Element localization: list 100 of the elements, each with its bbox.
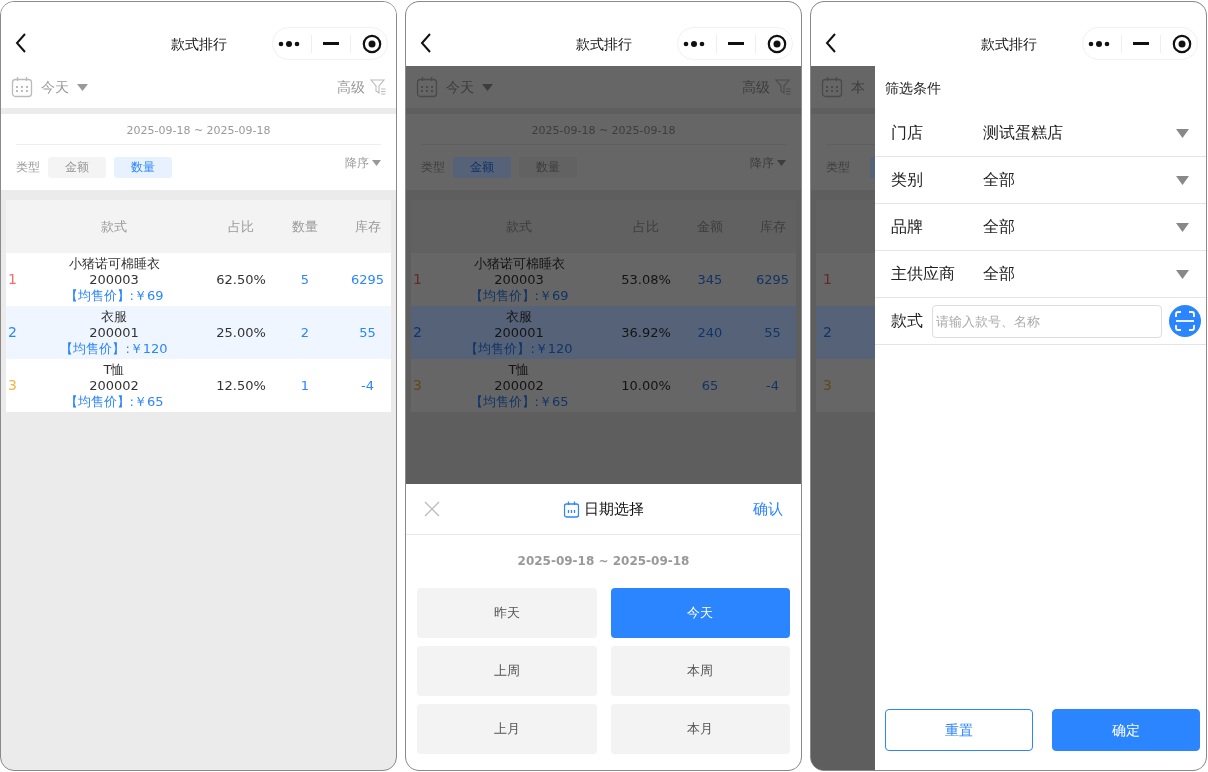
more-icon[interactable]: [683, 39, 706, 48]
share-cell-text: 62.50%: [215, 270, 267, 289]
value-cell-text: 345: [696, 270, 724, 289]
product-name: 衣服: [101, 308, 127, 325]
sort-label[interactable]: 降序: [345, 154, 369, 172]
product-name: 小猪诺可棉睡衣: [68, 255, 160, 272]
select-value[interactable]: 测试蛋糕店: [983, 121, 1063, 145]
value-cell-text: 1: [299, 376, 311, 395]
product-code: 200002: [494, 377, 544, 394]
date-option-button[interactable]: 上周: [417, 646, 597, 696]
input-field[interactable]: 请输入款号、名称: [932, 304, 1162, 338]
close-app-icon[interactable]: [361, 33, 382, 54]
rank-number: 2: [412, 323, 423, 342]
field-label: 主供应商: [891, 263, 956, 285]
value-cell-text: 5: [299, 270, 311, 289]
table-row[interactable]: 1 小猪诺可棉睡衣 200003 【均售价】:￥69 62.50% 5 6295: [6, 253, 391, 306]
product-code: 200001: [89, 324, 139, 341]
more-icon[interactable]: [1088, 39, 1111, 48]
product-name: 小猪诺可棉睡衣: [473, 255, 565, 272]
rank-number: 1: [412, 270, 423, 289]
rank-number: 3: [7, 376, 18, 395]
drawer-title: 筛选条件: [884, 79, 942, 98]
select-value[interactable]: 全部: [983, 262, 1015, 286]
page-title: 款式排行: [980, 35, 1037, 54]
table-row[interactable]: 2 衣服 200001 【均售价】:￥120 25.00% 2 55: [6, 306, 391, 359]
calendar-icon: [416, 76, 438, 98]
confirm-button[interactable]: 确认: [753, 497, 783, 521]
close-app-icon[interactable]: [1171, 33, 1192, 54]
share-cell-text: 25.00%: [215, 323, 267, 342]
sheet-title: 日期选择: [584, 498, 644, 520]
caret-icon: [372, 160, 381, 166]
share-cell-text: 12.50%: [215, 376, 267, 395]
field-label: 品牌: [891, 216, 924, 238]
share-cell-text: 10.00%: [620, 376, 672, 395]
product-code: 200003: [494, 271, 544, 288]
table-row[interactable]: 3 T恤 200002 【均售价】:￥65 10.00% 65 -4: [411, 359, 796, 412]
caret-icon: [482, 84, 493, 91]
value-cell-text: 2: [299, 323, 311, 342]
stock-cell-text: 6295: [754, 270, 791, 289]
share-cell-text: 36.92%: [620, 323, 672, 342]
minimize-icon[interactable]: [1133, 41, 1149, 46]
product-code: 200002: [89, 377, 139, 394]
average-price: 【均售价】:￥69: [64, 287, 164, 304]
date-option-button[interactable]: 上月: [417, 704, 597, 754]
caret-icon: [777, 160, 786, 166]
confirm-button[interactable]: 确定: [1052, 709, 1200, 751]
table-row[interactable]: 2 衣服 200001 【均售价】:￥120 36.92% 240 55: [411, 306, 796, 359]
product-code: 200003: [89, 271, 139, 288]
close-app-icon[interactable]: [766, 33, 787, 54]
caret-icon: [1176, 223, 1189, 232]
rank-number: 1: [7, 270, 18, 289]
date-option-button[interactable]: 本月: [610, 704, 790, 754]
reset-button[interactable]: 重置: [885, 709, 1033, 751]
rank-number: 3: [412, 376, 423, 395]
more-icon[interactable]: [278, 39, 301, 48]
date-range-text: 2025-09-18 ~ 2025-09-18: [16, 114, 381, 145]
page-title: 款式排行: [170, 35, 227, 54]
scan-button[interactable]: [1169, 305, 1201, 337]
rank-number: 2: [823, 323, 832, 342]
rank-number: 2: [7, 323, 18, 342]
back-icon[interactable]: [420, 33, 432, 53]
type-chip[interactable]: 数量: [114, 156, 172, 178]
product-name: T恤: [508, 361, 530, 378]
calendar-icon: [11, 76, 33, 98]
minimize-icon[interactable]: [728, 41, 744, 46]
minimize-icon[interactable]: [323, 41, 339, 46]
calendar-icon: [563, 500, 579, 518]
back-icon[interactable]: [825, 33, 837, 53]
column-header: 占比: [227, 217, 255, 236]
table-row[interactable]: 3 T恤 200002 【均售价】:￥65 12.50% 1 -4: [6, 359, 391, 412]
product-code: 200001: [494, 324, 544, 341]
field-label: 款式: [891, 310, 924, 332]
share-cell-text: 53.08%: [620, 270, 672, 289]
average-price: 【均售价】:￥69: [469, 287, 569, 304]
select-value[interactable]: 全部: [983, 168, 1015, 192]
calendar-icon: [821, 76, 843, 98]
product-name: T恤: [103, 361, 125, 378]
column-header: 库存: [353, 217, 382, 236]
product-name: 衣服: [506, 308, 532, 325]
date-option-button[interactable]: 昨天: [417, 588, 597, 638]
selected-range-text: 2025-09-18 ~ 2025-09-18: [516, 553, 691, 570]
date-option-button[interactable]: 本周: [610, 646, 790, 696]
date-range-label[interactable]: 今天: [41, 76, 69, 98]
type-chip[interactable]: 金额: [48, 156, 106, 178]
stock-cell-text: -4: [765, 376, 780, 395]
average-price: 【均售价】:￥120: [465, 340, 573, 357]
date-option-button[interactable]: 今天: [610, 588, 790, 638]
stock-cell-text: 55: [763, 323, 782, 342]
field-label: 门店: [891, 122, 924, 144]
table-row[interactable]: 1 小猪诺可棉睡衣 200003 【均售价】:￥69 53.08% 345 6295: [411, 253, 796, 306]
back-icon[interactable]: [15, 33, 27, 53]
select-value[interactable]: 全部: [983, 215, 1015, 239]
type-label: 类型: [16, 159, 40, 176]
average-price: 【均售价】:￥65: [64, 393, 164, 410]
rank-number: 1: [823, 270, 832, 289]
stock-cell-text: 6295: [349, 270, 386, 289]
column-header: 款式: [100, 217, 128, 236]
advanced-filter-link[interactable]: 高级: [337, 76, 365, 98]
stock-cell-text: 55: [358, 323, 377, 342]
type-chip[interactable]: 金额: [453, 156, 511, 178]
